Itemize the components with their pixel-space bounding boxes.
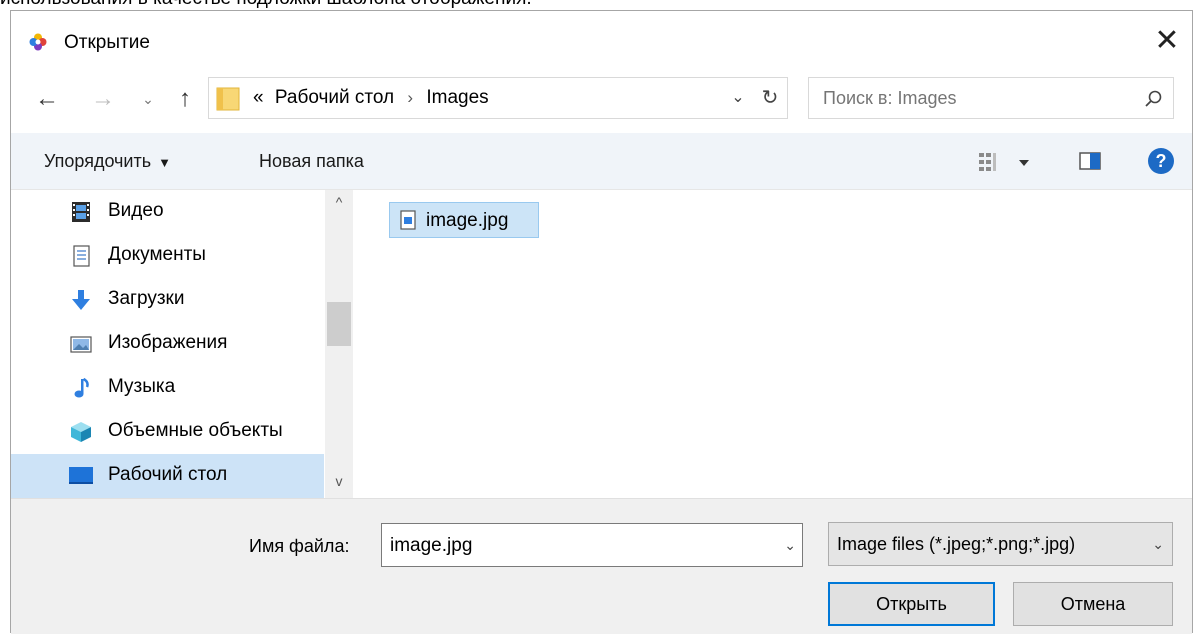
sidebar-item-label: Загрузки <box>108 288 185 309</box>
file-list: image.jpg <box>353 190 1184 498</box>
organize-button[interactable]: Упорядочить ▼ <box>44 133 171 189</box>
sidebar-item-desktop[interactable]: Рабочий стол <box>11 454 324 498</box>
navigation-pane: Видео Документы Загрузки Изображения Муз… <box>11 190 353 498</box>
documents-icon <box>73 245 90 267</box>
change-view-icon[interactable] <box>977 150 1033 174</box>
sidebar-scrollbar[interactable]: ^ v <box>325 190 353 498</box>
close-button[interactable]: ✕ <box>1142 19 1192 63</box>
address-dropdown-button[interactable]: ⌄ <box>725 78 751 118</box>
forward-button[interactable]: → <box>89 77 117 121</box>
chevron-down-icon: ▼ <box>158 155 171 170</box>
background-caption: использования в качестве подложки шаблон… <box>0 0 1195 9</box>
organize-label: Упорядочить <box>44 151 152 171</box>
title-bar: Открытие ✕ <box>11 11 1192 71</box>
preview-pane-icon[interactable] <box>1079 151 1101 171</box>
sidebar-item-music[interactable]: Музыка <box>11 366 324 410</box>
sidebar-item-label: Музыка <box>108 376 176 397</box>
folder-icon <box>216 87 240 111</box>
breadcrumb: « Рабочий стол › Images <box>253 87 489 109</box>
sidebar-item-label: Рабочий стол <box>108 464 228 485</box>
sidebar-item-label: Документы <box>108 244 206 265</box>
recent-locations-button[interactable]: ⌄ <box>138 77 158 121</box>
search-icon[interactable] <box>1143 89 1163 109</box>
window-title: Открытие <box>64 32 150 53</box>
search-box <box>808 77 1174 119</box>
breadcrumb-separator[interactable]: › <box>407 88 413 107</box>
help-button[interactable]: ? <box>1148 148 1174 174</box>
sidebar-item-label: Объемные объекты <box>108 420 283 441</box>
filename-label: Имя файла: <box>249 536 350 556</box>
image-file-icon <box>400 210 416 230</box>
command-toolbar: Упорядочить ▼ Новая папка ? <box>11 133 1192 190</box>
chevron-down-icon[interactable]: ⌄ <box>784 524 796 566</box>
sidebar-item-3d-objects[interactable]: Объемные объекты <box>11 410 324 454</box>
sidebar-item-documents[interactable]: Документы <box>11 234 324 278</box>
refresh-button[interactable]: ↻ <box>755 78 785 118</box>
file-name-label: image.jpg <box>426 210 509 231</box>
sidebar-item-downloads[interactable]: Загрузки <box>11 278 324 322</box>
breadcrumb-desktop[interactable]: Рабочий стол <box>275 87 394 108</box>
file-item-image-jpg[interactable]: image.jpg <box>389 202 539 238</box>
back-button[interactable]: ← <box>33 77 61 121</box>
3d-objects-icon <box>71 422 91 442</box>
app-icon <box>29 33 47 51</box>
scroll-down-arrow[interactable]: v <box>325 473 353 493</box>
new-folder-button[interactable]: Новая папка <box>259 133 364 189</box>
sidebar-item-label: Изображения <box>108 332 228 353</box>
up-button[interactable]: ↑ <box>171 77 199 121</box>
downloads-icon <box>72 290 90 310</box>
dialog-footer: Имя файла: ⌄ Image files (*.jpeg;*.png;*… <box>11 498 1192 634</box>
breadcrumb-overflow[interactable]: « <box>253 87 264 108</box>
filetype-select[interactable]: Image files (*.jpeg;*.png;*.jpg) ⌄ <box>828 522 1173 566</box>
desktop-icon <box>69 467 93 484</box>
scroll-up-arrow[interactable]: ^ <box>325 194 353 214</box>
filename-input[interactable] <box>390 535 760 557</box>
search-input[interactable] <box>823 88 1123 109</box>
video-icon <box>72 202 90 222</box>
breadcrumb-images[interactable]: Images <box>426 87 488 108</box>
chevron-down-icon: ⌄ <box>1152 536 1164 552</box>
pictures-icon <box>70 336 92 353</box>
filetype-label: Image files (*.jpeg;*.png;*.jpg) <box>837 534 1076 554</box>
sidebar-item-label: Видео <box>108 200 164 221</box>
open-file-dialog: Открытие ✕ ← → ⌄ ↑ « Рабочий стол › Imag… <box>10 10 1193 634</box>
cancel-button[interactable]: Отмена <box>1013 582 1173 626</box>
address-bar[interactable]: « Рабочий стол › Images ⌄ ↻ <box>208 77 788 119</box>
open-button[interactable]: Открыть <box>828 582 995 626</box>
music-icon <box>74 377 89 398</box>
navigation-row: ← → ⌄ ↑ « Рабочий стол › Images ⌄ ↻ <box>11 77 1192 121</box>
sidebar-item-video[interactable]: Видео <box>11 190 324 234</box>
filename-combobox: ⌄ <box>381 523 803 567</box>
scrollbar-thumb[interactable] <box>327 302 351 346</box>
sidebar-item-pictures[interactable]: Изображения <box>11 322 324 366</box>
